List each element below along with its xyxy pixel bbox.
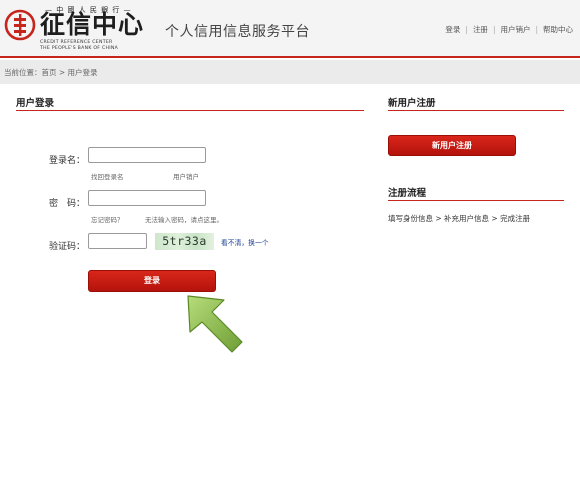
login-button[interactable]: 登录	[88, 270, 216, 292]
breadcrumb-bar: 当前位置：首页 > 用户登录	[0, 60, 580, 84]
nav-separator: |	[535, 25, 538, 34]
forgot-password-link[interactable]: 忘记密码？	[91, 214, 124, 224]
nav-help-link[interactable]: 帮助中心	[543, 25, 573, 34]
password-label: 密 码：	[48, 199, 85, 209]
captcha-image[interactable]: 5tr33a	[155, 233, 214, 250]
top-nav: 登录 | 注册 | 用户销户 | 帮助中心	[445, 24, 573, 35]
username-input[interactable]	[88, 147, 206, 163]
username-label: 登录名：	[48, 156, 85, 166]
register-section-title: 新用户注册	[388, 98, 436, 109]
captcha-input[interactable]	[88, 233, 147, 249]
nav-register-link[interactable]: 注册	[473, 25, 488, 34]
credit-center-logo-icon	[4, 9, 36, 41]
site-title: 个人信用信息服务平台	[165, 24, 310, 40]
process-section-divider	[388, 200, 564, 201]
password-input[interactable]	[88, 190, 206, 206]
site-header: — 中 國 人 民 銀 行 — 征信中心 CREDIT REFERENCE CE…	[0, 0, 580, 58]
process-section-title: 注册流程	[388, 188, 427, 199]
breadcrumb: 当前位置：首页 > 用户登录	[4, 68, 98, 77]
nav-separator: |	[492, 25, 496, 34]
registration-steps: 填写身份信息 > 补充用户信息 > 完成注册	[388, 214, 531, 223]
register-section-divider	[388, 110, 564, 111]
cancel-account-link[interactable]: 用户销户	[173, 171, 199, 181]
nav-cancel-account-link[interactable]: 用户销户	[500, 25, 530, 34]
captcha-refresh-link[interactable]: 看不清，换一个	[221, 237, 269, 247]
nav-login-link[interactable]: 登录	[445, 25, 460, 34]
login-section-divider	[16, 110, 364, 111]
logo-english-line1: CREDIT REFERENCE CENTER	[40, 40, 113, 45]
pointer-arrow-icon	[187, 295, 243, 353]
password-input-help-link[interactable]: 无法输入密码，请点这里。	[145, 214, 223, 224]
new-user-register-button[interactable]: 新用户注册	[388, 135, 516, 156]
logo-english-line2: THE PEOPLE'S BANK OF CHINA	[40, 46, 119, 51]
forgot-username-link[interactable]: 找回登录名	[91, 171, 124, 181]
nav-separator: |	[465, 25, 468, 34]
logo-title: 征信中心	[40, 10, 145, 39]
captcha-label: 验证码：	[48, 242, 85, 252]
login-section-title: 用户登录	[16, 98, 55, 109]
